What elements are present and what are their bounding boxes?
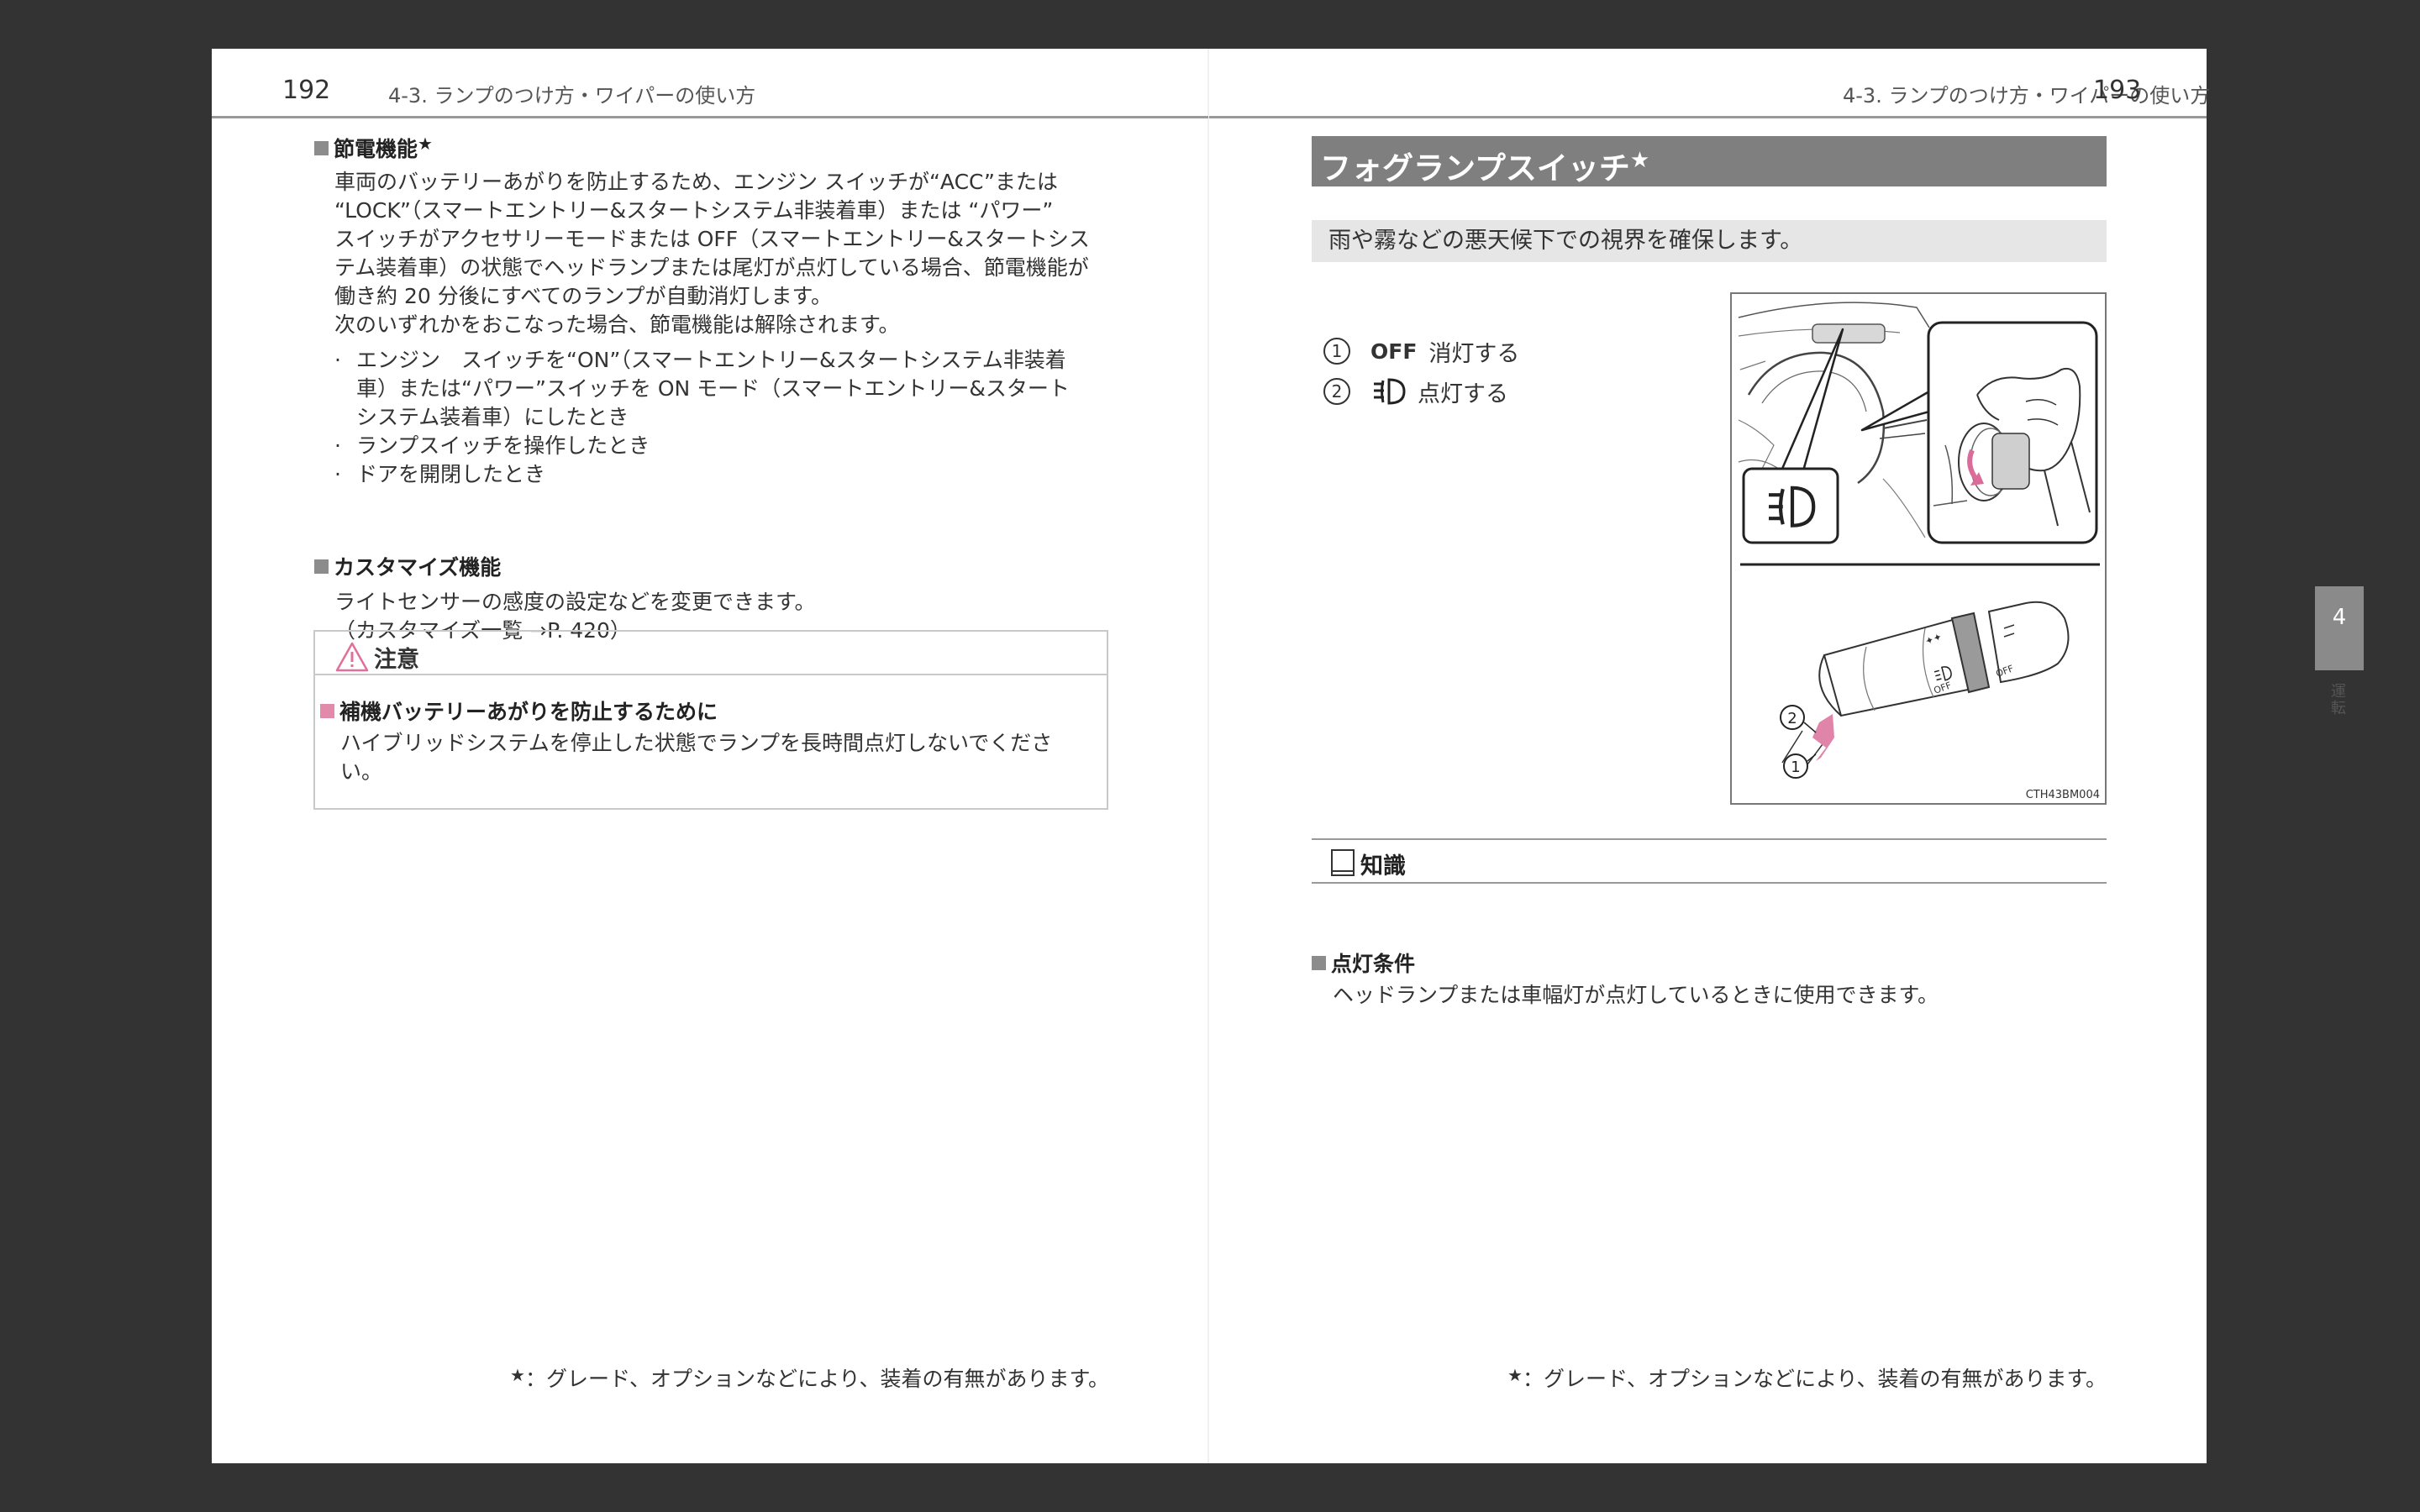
- intro-banner: 雨や霧などの悪天候下での視界を確保します。: [1312, 220, 2107, 262]
- text-line: テム装着車）の状態でヘッドランプまたは尾灯が点灯している場合、節電機能が: [334, 255, 1089, 280]
- list-item: · エンジン スイッチを“ON”（スマートエントリー&スタートシステム非装着: [334, 348, 1066, 372]
- star-mark: ★: [418, 134, 433, 154]
- text-line: ハイブリッドシステムを停止した状態でランプを長時間点灯しないでくださ: [340, 731, 1053, 755]
- callout-1-label: 1: [1791, 759, 1800, 776]
- chapter-tab: 4: [2315, 586, 2364, 670]
- list-item: 車）または“パワー”スイッチを ON モード（スマートエントリー&スタート: [356, 376, 1070, 401]
- heading-marker: [314, 559, 329, 574]
- section-heading-light-condition: 点灯条件: [1312, 948, 1415, 978]
- caution-subheading: 補機バッテリーあがりを防止するために: [320, 696, 718, 726]
- heading-marker: [314, 141, 329, 155]
- knowledge-rule-top: [1312, 838, 2107, 840]
- list-item: · ランプスイッチを操作したとき: [334, 433, 650, 458]
- option-text: 点灯する: [1418, 381, 1508, 407]
- figure-code: CTH43BM004: [2025, 789, 2100, 801]
- section-title: フォグランプスイッチ★: [1312, 136, 2107, 186]
- page-number: 193: [2093, 76, 2142, 105]
- list-item: システム装着車）にしたとき: [356, 405, 629, 429]
- star-mark: ★: [510, 1365, 525, 1385]
- right-page: 4-3. ランプのつけ方・ワイパーの使い方 193 フォグランプスイッチ★ 雨や…: [1209, 49, 2364, 1463]
- section-heading-power-saving: 節電機能★: [314, 133, 433, 163]
- text-line: い。: [340, 759, 383, 784]
- warning-triangle-icon: [335, 642, 369, 672]
- callout-pointer: [1781, 328, 1844, 475]
- knowledge-rule-bottom: [1312, 882, 2107, 884]
- illustration-svg: ✦✦ OFF OFF 2 1: [1738, 302, 2100, 779]
- left-page: 192 4-3. ランプのつけ方・ワイパーの使い方 節電機能★ 車両のバッテリー…: [212, 49, 1208, 1463]
- light-condition-text: ヘッドランプまたは車幅灯が点灯しているときに使用できます。: [1333, 983, 1939, 1007]
- heading-marker: [320, 704, 334, 718]
- power-saving-text: 車両のバッテリーあがりを防止するため、エンジン スイッチが“ACC”または “L…: [334, 168, 1124, 339]
- option-off: 1 OFF 消灯する: [1323, 336, 1520, 367]
- text-line: 働き約 20 分後にすべてのランプが自動消灯します。: [334, 284, 832, 308]
- off-label: OFF: [1370, 339, 1418, 364]
- header-rule: [1209, 116, 2207, 118]
- fog-switch-illustration: ✦✦ OFF OFF 2 1 CTH43BM004: [1730, 292, 2107, 805]
- circled-number: 1: [1323, 338, 1350, 365]
- star-mark: ★: [1507, 1365, 1523, 1385]
- heading-marker: [1312, 956, 1326, 970]
- text-line: 車両のバッテリーあがりを防止するため、エンジン スイッチが“ACC”または: [334, 170, 1058, 194]
- section-heading-customize: カスタマイズ機能: [314, 551, 501, 581]
- header-rule: [212, 116, 1208, 118]
- book-icon: [1331, 849, 1355, 876]
- zoom-pointer: [1860, 390, 1931, 432]
- page-header: 4-3. ランプのつけ方・ワイパーの使い方: [388, 84, 756, 108]
- caution-title: 注意: [374, 646, 419, 673]
- callout-2-label: 2: [1787, 710, 1797, 727]
- caution-text: ハイブリッドシステムを停止した状態でランプを長時間点灯しないでくださ い。: [340, 729, 1097, 786]
- zoom-detail: [1927, 321, 2098, 544]
- knowledge-heading: 知識: [1330, 847, 1406, 880]
- footnote: ★：グレード、オプションなどにより、装着の有無があります。: [510, 1365, 1109, 1391]
- text-line: スイッチがアクセサリーモードまたは OFF（スマートエントリー&スタートシス: [334, 227, 1090, 251]
- circled-number: 2: [1323, 378, 1350, 405]
- caution-heading: 注意: [335, 640, 419, 674]
- text-line: “LOCK”（スマートエントリー&スタートシステム非装着車）または “パワー”: [334, 198, 1054, 223]
- page-number: 192: [282, 76, 331, 105]
- knowledge-title: 知識: [1360, 853, 1406, 879]
- caution-rule: [315, 674, 1107, 675]
- page-header: 4-3. ランプのつけ方・ワイパーの使い方: [1843, 84, 2211, 108]
- caution-box: 注意 補機バッテリーあがりを防止するために ハイブリッドシステムを停止した状態で…: [313, 630, 1108, 810]
- power-saving-bullets: · エンジン スイッチを“ON”（スマートエントリー&スタートシステム非装着 車）…: [334, 346, 1124, 489]
- option-on: 2 点灯する: [1323, 376, 1508, 407]
- list-item: · ドアを開閉したとき: [334, 462, 546, 486]
- star-mark: ★: [1629, 148, 1650, 173]
- fog-lamp-icon: [1370, 377, 1407, 406]
- chapter-label: 運転: [2331, 683, 2346, 717]
- manual-spread: 192 4-3. ランプのつけ方・ワイパーの使い方 節電機能★ 車両のバッテリー…: [212, 49, 2364, 1463]
- option-text: 消灯する: [1428, 340, 1520, 367]
- text-line: 次のいずれかをおこなった場合、節電機能は解除されます。: [334, 312, 900, 337]
- footnote: ★：グレード、オプションなどにより、装着の有無があります。: [1507, 1365, 2107, 1391]
- text-line: ライトセンサーの感度の設定などを変更できます。: [334, 590, 816, 614]
